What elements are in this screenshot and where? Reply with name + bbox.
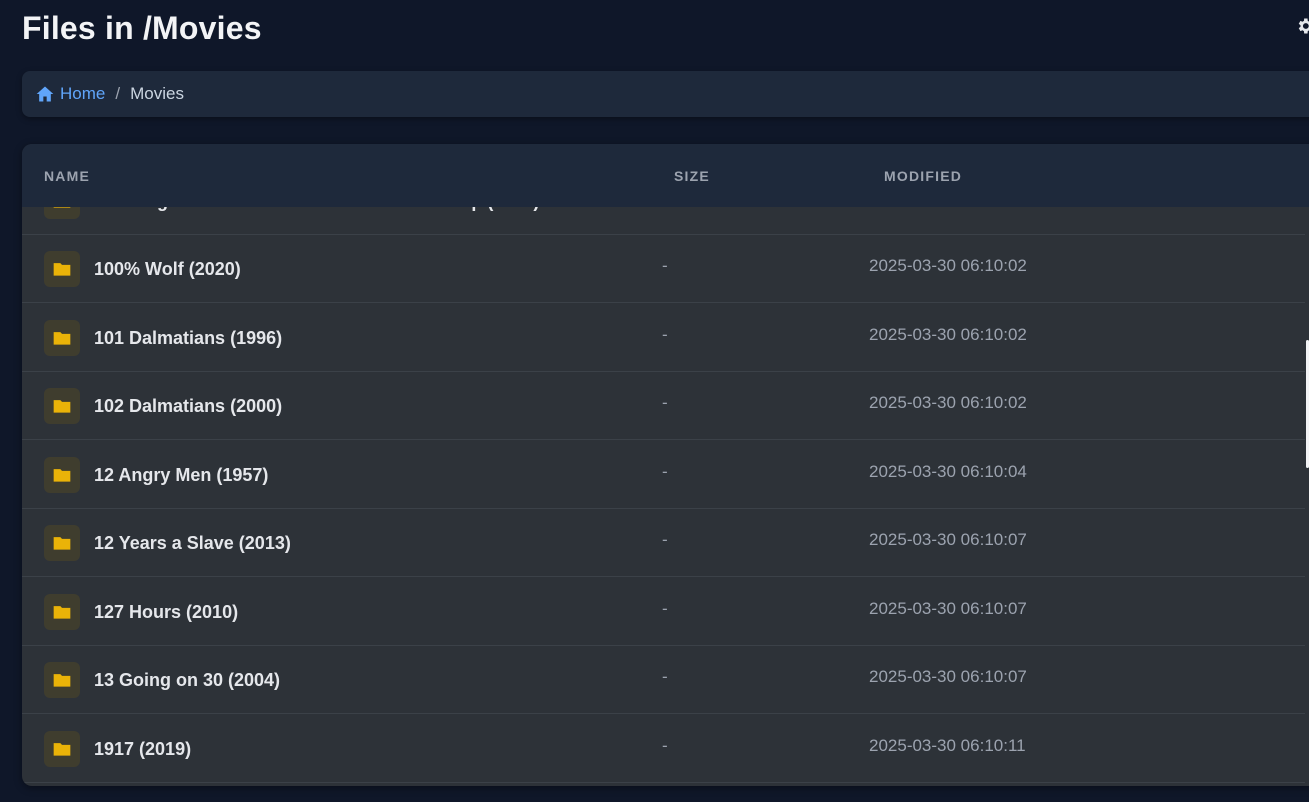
folder-icon-box — [44, 320, 80, 356]
table-row[interactable]: 101 Dalmatians (1996) - 2025-03-30 06:10… — [22, 304, 1309, 372]
file-name[interactable]: 12 Angry Men (1957) — [94, 465, 268, 486]
file-modified: 2025-03-30 06:10:02 — [869, 393, 1027, 412]
file-size: - — [662, 667, 668, 686]
folder-icon — [53, 674, 71, 687]
file-rows[interactable]: 10 Things We Should Do Before We Break U… — [22, 144, 1309, 786]
folder-icon-box — [44, 594, 80, 630]
table-row[interactable]: 13 Going on 30 (2004) - 2025-03-30 06:10… — [22, 646, 1309, 714]
folder-icon-box — [44, 662, 80, 698]
breadcrumb-home-link[interactable]: Home — [35, 84, 105, 104]
folder-icon — [53, 263, 71, 276]
table-header: NAME SIZE MODIFIED — [22, 144, 1309, 207]
column-header-modified[interactable]: MODIFIED — [884, 168, 962, 184]
file-name[interactable]: 127 Hours (2010) — [94, 602, 238, 623]
table-row[interactable]: 100% Wolf (2020) - 2025-03-30 06:10:02 — [22, 235, 1309, 303]
folder-icon-box — [44, 457, 80, 493]
file-size: - — [662, 256, 668, 275]
folder-icon — [53, 469, 71, 482]
home-icon — [36, 86, 54, 102]
file-modified: 2025-03-30 06:10:07 — [869, 667, 1027, 686]
breadcrumb-separator: / — [115, 84, 121, 103]
file-name[interactable]: 102 Dalmatians (2000) — [94, 396, 282, 417]
file-name[interactable]: 1917 (2019) — [94, 739, 191, 760]
file-table: 10 Things We Should Do Before We Break U… — [22, 144, 1309, 786]
folder-icon — [53, 332, 71, 345]
folder-icon — [53, 537, 71, 550]
file-browser-page: Files in /Movies Home / Movies 10 Things… — [0, 0, 1309, 802]
folder-icon — [53, 606, 71, 619]
breadcrumb-current: Movies — [130, 84, 184, 103]
table-row[interactable]: 12 Years a Slave (2013) - 2025-03-30 06:… — [22, 509, 1309, 577]
folder-icon — [53, 400, 71, 413]
file-name[interactable]: 101 Dalmatians (1996) — [94, 328, 282, 349]
file-modified: 2025-03-30 06:10:07 — [869, 530, 1027, 549]
file-size: - — [662, 393, 668, 412]
file-modified: 2025-03-30 06:10:04 — [869, 462, 1027, 481]
file-name[interactable]: 100% Wolf (2020) — [94, 259, 241, 280]
scrollbar-track[interactable] — [1305, 207, 1309, 785]
file-name[interactable]: 12 Years a Slave (2013) — [94, 533, 291, 554]
file-size: - — [662, 530, 668, 549]
table-row[interactable]: 127 Hours (2010) - 2025-03-30 06:10:07 — [22, 578, 1309, 646]
file-size: - — [662, 325, 668, 344]
breadcrumb-home-label: Home — [60, 84, 106, 103]
folder-icon-box — [44, 731, 80, 767]
gear-icon[interactable] — [1295, 16, 1309, 36]
file-modified: 2025-03-30 06:10:02 — [869, 325, 1027, 344]
file-name[interactable]: 13 Going on 30 (2004) — [94, 670, 280, 691]
file-modified: 2025-03-30 06:10:11 — [869, 736, 1026, 755]
file-size: - — [662, 462, 668, 481]
file-modified: 2025-03-30 06:10:02 — [869, 256, 1027, 275]
folder-icon — [53, 743, 71, 756]
folder-icon-box — [44, 251, 80, 287]
breadcrumb: Home / Movies — [22, 71, 1309, 117]
table-row[interactable]: 1917 (2019) - 2025-03-30 06:10:11 — [22, 715, 1309, 783]
file-size: - — [662, 736, 668, 755]
table-row[interactable]: 12 Angry Men (1957) - 2025-03-30 06:10:0… — [22, 441, 1309, 509]
page-title: Files in /Movies — [22, 10, 262, 46]
folder-icon-box — [44, 388, 80, 424]
column-header-name[interactable]: NAME — [44, 168, 90, 184]
column-header-size[interactable]: SIZE — [674, 168, 710, 184]
file-size: - — [662, 599, 668, 618]
folder-icon-box — [44, 525, 80, 561]
file-modified: 2025-03-30 06:10:07 — [869, 599, 1027, 618]
table-row[interactable]: 102 Dalmatians (2000) - 2025-03-30 06:10… — [22, 372, 1309, 440]
